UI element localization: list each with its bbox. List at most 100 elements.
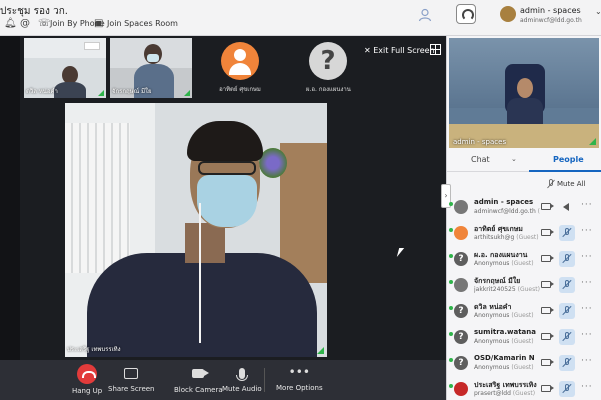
left-strip — [0, 36, 20, 360]
mute-all-icon[interactable] — [547, 179, 555, 189]
glasses — [198, 161, 256, 175]
person-icon[interactable] — [418, 8, 432, 22]
more-dots-icon[interactable]: ··· — [581, 226, 593, 236]
participant-avatar: ? — [454, 252, 468, 266]
user-avatar — [500, 6, 516, 22]
thumbnail-name: ดวิล หน่อคำ — [26, 88, 58, 95]
participant-role: (Guest) — [511, 338, 534, 345]
signal-icon — [317, 347, 324, 354]
thumbnail-name: จักรกฤษณ์ มีใย — [112, 88, 152, 95]
at-icon[interactable]: @ — [20, 18, 30, 29]
participant-account: Anonymous — [474, 364, 510, 371]
more-dots-icon[interactable]: ··· — [581, 304, 593, 314]
mute-audio-button[interactable]: Mute Audio — [222, 364, 262, 393]
microphone-icon — [235, 368, 248, 381]
participant-thumbnail[interactable]: ดวิล หน่อคำ — [24, 38, 106, 98]
participant-account: adminwcf@ldd.go.th — [474, 208, 536, 215]
bell-icon[interactable]: 🔔︎ — [4, 18, 17, 29]
participant-account: Anonymous — [474, 338, 510, 345]
muted-mic-icon[interactable] — [559, 251, 575, 267]
block-camera-label: Block Camera — [174, 386, 223, 394]
participant-account: arthitsukh@g — [474, 234, 515, 241]
tab-chat[interactable]: Chat — [471, 155, 490, 164]
speaker-icon[interactable] — [559, 199, 575, 215]
participant-row[interactable]: ? ผ.อ. กองแผนงาน Anonymous (Guest) ··· — [447, 248, 601, 274]
participant-avatar — [454, 200, 468, 214]
camera-icon[interactable] — [541, 359, 554, 366]
hang-up-label: Hang Up — [72, 387, 103, 395]
grid-layout-icon[interactable] — [430, 44, 441, 55]
participant-row[interactable]: ? ดวิล หน่อคำ Anonymous (Guest) ··· — [447, 300, 601, 326]
participant-row[interactable]: ? OSD/Kamarin N Anonymous (Guest) ··· — [447, 352, 601, 378]
camera-icon[interactable] — [541, 229, 554, 236]
more-dots-icon[interactable]: ··· — [581, 330, 593, 340]
self-view-video[interactable]: admin - spaces — [449, 38, 599, 148]
chevron-down-icon[interactable]: ⌄ — [595, 7, 601, 16]
participant-account: Anonymous — [474, 260, 510, 267]
participant-avatar — [454, 226, 468, 240]
muted-mic-icon[interactable] — [559, 303, 575, 319]
avatar-tile-name: อาทิตย์ ศุขเกษม — [219, 86, 261, 93]
room-icon[interactable]: ▣ — [94, 18, 103, 29]
participant-avatar-tile[interactable]: อาทิตย์ ศุขเกษม — [218, 42, 262, 94]
participant-list: admin - spaces adminwcf@ldd.go.th (Admin)… — [447, 196, 601, 400]
muted-mic-icon[interactable] — [559, 277, 575, 293]
main-video-name: ประเสริฐ เทพบรรเทิง — [67, 346, 121, 353]
participant-thumbnail[interactable]: จักรกฤษณ์ มีใย — [110, 38, 192, 98]
participant-subtitle: Anonymous (Guest) — [474, 338, 540, 345]
hang-up-icon — [77, 364, 98, 384]
face-mask — [147, 54, 159, 62]
phone-icon[interactable]: ☏ — [38, 18, 51, 29]
tab-people[interactable]: People — [553, 155, 584, 164]
hang-up-button[interactable]: Hang Up — [72, 364, 102, 395]
participant-subtitle: Anonymous (Guest) — [474, 260, 540, 267]
participant-avatar — [454, 278, 468, 292]
camera-icon[interactable] — [541, 281, 554, 288]
camera-icon[interactable] — [541, 203, 554, 210]
right-panel: admin - spaces Chat ⌄ People › Mute All … — [441, 36, 601, 400]
self-view-label: admin - spaces — [453, 138, 507, 146]
exit-full-screen-button[interactable]: ✕ Exit Full Screen — [364, 46, 435, 55]
muted-mic-icon[interactable] — [559, 381, 575, 397]
block-camera-button[interactable]: Block Camera — [174, 364, 223, 394]
window-blinds — [65, 123, 130, 273]
camera-icon[interactable] — [541, 385, 554, 392]
air-conditioner — [84, 42, 100, 50]
participant-subtitle: adminwcf@ldd.go.th (Admin) — [474, 208, 540, 215]
meeting-title: ประชุม รอง วก. — [0, 6, 68, 17]
camera-icon[interactable] — [541, 307, 554, 314]
active-tab-underline — [529, 170, 601, 172]
share-screen-button[interactable]: Share Screen — [108, 364, 155, 393]
participant-avatar-tile[interactable]: ? ผ.อ. กองแผนงาน — [306, 42, 351, 94]
more-dots-icon[interactable]: ··· — [581, 382, 593, 392]
online-status-dot — [449, 202, 453, 206]
more-dots-icon[interactable]: ··· — [581, 356, 593, 366]
participant-account: Anonymous — [474, 312, 510, 319]
participant-name: admin - spaces — [474, 198, 534, 206]
participant-row[interactable]: admin - spaces adminwcf@ldd.go.th (Admin)… — [447, 196, 601, 222]
more-options-button[interactable]: ••• More Options — [276, 364, 323, 392]
main-video[interactable]: ประเสริฐ เทพบรรเทิง — [65, 103, 327, 357]
panel-tabs: Chat ⌄ People — [447, 150, 601, 172]
dashboard-icon[interactable] — [456, 4, 476, 24]
mute-all-button[interactable]: Mute All — [557, 180, 585, 188]
camera-icon[interactable] — [541, 333, 554, 340]
muted-mic-icon[interactable] — [559, 329, 575, 345]
more-dots-icon[interactable]: ··· — [581, 278, 593, 288]
participant-role: (Admin) — [537, 208, 540, 215]
muted-mic-icon[interactable] — [559, 355, 575, 371]
chevron-down-icon[interactable]: ⌄ — [511, 155, 517, 163]
participant-row[interactable]: จักรกฤษณ์ มีใย jakkrit240525 (Guest) ··· — [447, 274, 601, 300]
participant-row[interactable]: อาทิตย์ ศุขเกษม arthitsukh@g (Guest) ··· — [447, 222, 601, 248]
more-dots-icon[interactable]: ··· — [581, 252, 593, 262]
flower-vase — [259, 148, 287, 178]
signal-icon — [184, 90, 190, 96]
more-dots-icon[interactable]: ··· — [581, 200, 593, 210]
join-spaces-room-link[interactable]: Join Spaces Room — [107, 19, 178, 28]
camera-icon[interactable] — [541, 255, 554, 262]
participant-row[interactable]: ประเสริฐ เทพบรรเทิง prasert@ldd (Guest) ··… — [447, 378, 601, 400]
muted-mic-icon[interactable] — [559, 225, 575, 241]
participant-row[interactable]: ? sumitra.watana Anonymous (Guest) ··· — [447, 326, 601, 352]
participant-body — [54, 82, 86, 98]
mouse-cursor-icon — [396, 248, 405, 257]
